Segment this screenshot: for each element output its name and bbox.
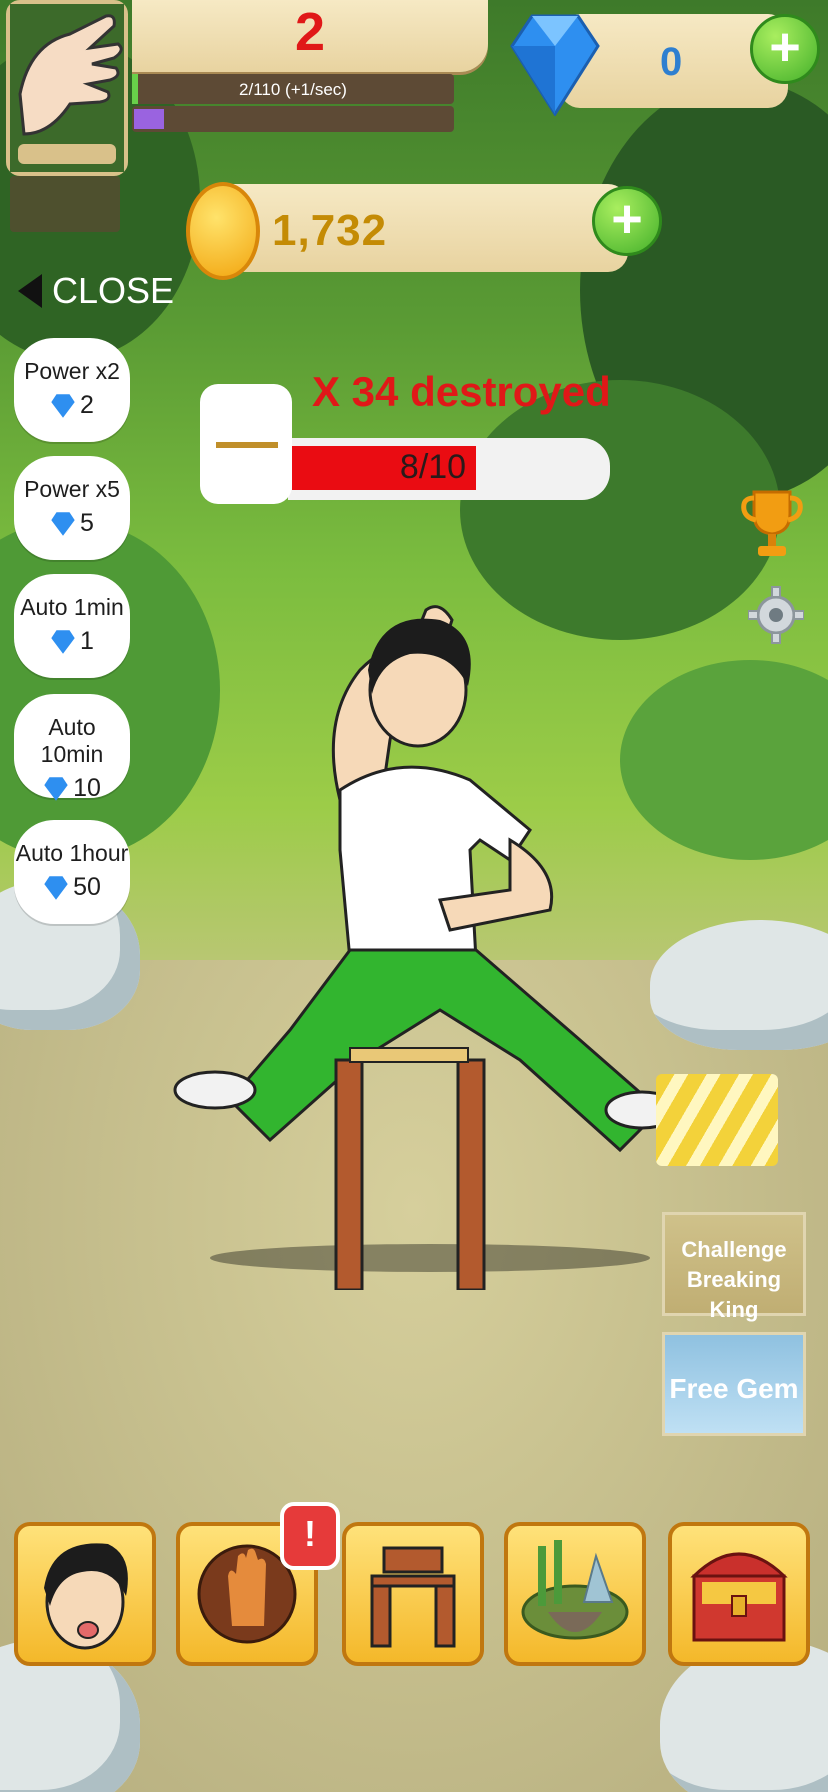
gear-icon[interactable] <box>748 580 804 650</box>
powerup-label: Auto 10min <box>40 714 104 767</box>
notification-badge: ! <box>280 1502 340 1570</box>
gold-bars-icon[interactable] <box>656 1074 778 1166</box>
world-button[interactable] <box>504 1522 646 1666</box>
diamond-icon <box>510 14 600 116</box>
diamond-icon <box>44 776 68 801</box>
hand-icon <box>10 4 124 172</box>
player-avatar[interactable] <box>6 0 128 176</box>
powerup-cost: 50 <box>73 873 101 901</box>
level-panel: 2 <box>132 0 488 72</box>
board-icon <box>370 1546 456 1648</box>
powerup-cost: 1 <box>80 627 94 655</box>
back-arrow-icon <box>18 274 42 308</box>
coin-icon <box>186 182 260 280</box>
level-number: 2 <box>294 2 326 62</box>
treasure-chest-icon <box>690 1552 788 1642</box>
powerup-power-x5-button[interactable]: Power x5 5 <box>14 456 130 560</box>
treasure-button[interactable] <box>668 1522 810 1666</box>
board-progress-text: 8/10 <box>399 448 467 486</box>
close-button[interactable]: CLOSE <box>18 268 174 314</box>
character-face-icon <box>44 1543 128 1650</box>
avatar-plate <box>10 176 120 232</box>
destroyed-count: X 34 destroyed <box>312 368 611 415</box>
powerup-cost: 5 <box>80 509 94 537</box>
powerup-label: Power x5 <box>24 476 120 502</box>
close-label: CLOSE <box>52 270 175 311</box>
add-coins-button[interactable]: + <box>592 186 662 256</box>
powerup-label: Auto 1min <box>20 594 124 620</box>
powerup-cost: 2 <box>80 391 94 419</box>
board-progress-bar: 8/10 <box>288 438 610 500</box>
diamond-icon <box>44 875 68 900</box>
xp-bar: 2/110 (+1/sec) <box>132 74 454 104</box>
diamond-icon <box>51 393 75 418</box>
board-button[interactable] <box>342 1522 484 1666</box>
powerup-auto-10min-button[interactable]: Auto 10min 10 <box>14 694 130 802</box>
challenge-label: Challenge Breaking King <box>681 1237 787 1322</box>
xp-secondary-bar <box>132 106 454 132</box>
island-icon <box>521 1540 629 1640</box>
diamond-icon <box>51 511 75 536</box>
board-type-icon <box>200 384 292 504</box>
gem-value: 0 <box>660 40 683 84</box>
diamond-icon <box>51 629 75 654</box>
coin-value: 1,732 <box>272 206 388 255</box>
powerup-auto-1hour-button[interactable]: Auto 1hour 50 <box>14 820 130 924</box>
trophy-icon[interactable] <box>740 488 804 560</box>
powerup-label: Power x2 <box>24 358 120 384</box>
fighter-character[interactable] <box>140 590 680 1290</box>
powerup-cost: 10 <box>73 774 101 802</box>
challenge-button[interactable]: Challenge Breaking King <box>662 1212 806 1322</box>
free-gem-label: Free Gem <box>669 1373 799 1404</box>
xp-text: 2/110 (+1/sec) <box>239 80 347 99</box>
powerup-auto-1min-button[interactable]: Auto 1min 1 <box>14 574 130 678</box>
powerup-power-x2-button[interactable]: Power x2 2 <box>14 338 130 442</box>
xp-secondary-fill <box>134 109 164 129</box>
free-gem-button[interactable]: Free Gem <box>662 1332 806 1436</box>
add-gems-button[interactable]: + <box>750 14 820 84</box>
board-line <box>216 442 278 448</box>
character-button[interactable] <box>14 1522 156 1666</box>
powerup-label: Auto 1hour <box>15 840 129 866</box>
